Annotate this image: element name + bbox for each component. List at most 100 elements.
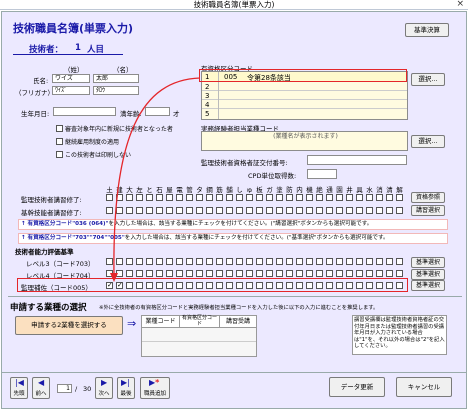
industry-checkbox[interactable] (296, 282, 303, 289)
industry-checkbox[interactable] (296, 194, 303, 201)
industry-checkbox[interactable] (316, 194, 323, 201)
jitsumu-field[interactable]: (業種名が表示されます) (201, 131, 408, 151)
industry-checkbox[interactable] (276, 207, 283, 214)
industry-checkbox[interactable] (296, 270, 303, 277)
industry-checkbox[interactable] (286, 282, 293, 289)
industry-checkbox[interactable] (256, 207, 263, 214)
industry-checkbox[interactable] (356, 270, 363, 277)
industry-checkbox[interactable] (326, 258, 333, 265)
industry-checkbox[interactable] (396, 207, 403, 214)
new-tech-checkbox[interactable] (56, 125, 63, 132)
industry-checkbox[interactable] (276, 282, 283, 289)
industry-checkbox[interactable] (376, 194, 383, 201)
industry-checkbox[interactable] (226, 207, 233, 214)
industry-checkbox[interactable] (286, 194, 293, 201)
industry-checkbox[interactable] (206, 270, 213, 277)
industry-checkbox[interactable] (286, 270, 293, 277)
industry-checkbox[interactable] (336, 282, 343, 289)
industry-checkbox[interactable] (226, 270, 233, 277)
industry-checkbox[interactable] (336, 270, 343, 277)
industry-checkbox[interactable] (386, 258, 393, 265)
industry-checkbox[interactable] (326, 194, 333, 201)
industry-checkbox[interactable] (276, 194, 283, 201)
industry-checkbox[interactable] (366, 270, 373, 277)
kantoku-field[interactable] (307, 155, 407, 165)
nav-first-button[interactable]: |◀ 先頭 (10, 377, 28, 399)
industry-checkbox[interactable] (266, 207, 273, 214)
industry-checkbox[interactable] (386, 194, 393, 201)
industry-checkbox[interactable] (396, 282, 403, 289)
page-number-field[interactable]: 1 (57, 384, 72, 393)
industry-checkbox[interactable] (336, 207, 343, 214)
industry-checkbox[interactable] (206, 282, 213, 289)
industry-checkbox[interactable] (256, 194, 263, 201)
industry-checkbox[interactable] (326, 270, 333, 277)
industry-checkbox[interactable] (216, 282, 223, 289)
shikaku-select-button[interactable]: 選択... (411, 73, 445, 86)
industry-checkbox[interactable] (306, 194, 313, 201)
industry-checkbox[interactable] (236, 282, 243, 289)
kijun-kessan-button[interactable]: 基準決算 (405, 23, 449, 37)
industry-checkbox[interactable] (236, 207, 243, 214)
update-data-button[interactable]: データ更新 (329, 377, 385, 397)
cancel-button[interactable]: キャンセル (396, 377, 452, 397)
industry-checkbox[interactable] (336, 258, 343, 265)
industry-checkbox[interactable] (396, 270, 403, 277)
industry-checkbox[interactable] (356, 207, 363, 214)
industry-checkbox[interactable] (246, 258, 253, 265)
industry-checkbox[interactable] (226, 258, 233, 265)
industry-checkbox[interactable] (216, 207, 223, 214)
industry-checkbox[interactable] (246, 207, 253, 214)
industry-checkbox[interactable] (206, 258, 213, 265)
industry-checkbox[interactable] (316, 207, 323, 214)
shikaku-row-3[interactable]: 3 (202, 91, 407, 100)
industry-checkbox[interactable] (326, 207, 333, 214)
industry-checkbox[interactable] (376, 270, 383, 277)
industry-checkbox[interactable] (376, 282, 383, 289)
industry-checkbox[interactable] (306, 258, 313, 265)
industry-checkbox[interactable] (306, 207, 313, 214)
industry-checkbox[interactable] (356, 194, 363, 201)
no-print-checkbox[interactable] (56, 151, 63, 158)
industry-checkbox[interactable] (336, 194, 343, 201)
industry-checkbox[interactable] (356, 258, 363, 265)
industry-checkbox[interactable] (246, 282, 253, 289)
shikaku-row-2[interactable]: 2 (202, 82, 407, 91)
industry-checkbox[interactable] (236, 270, 243, 277)
add-staff-button[interactable]: ▶* 職員追加 (140, 377, 170, 399)
koshu-select-button[interactable]: 講習選択 (411, 205, 445, 216)
industry-checkbox[interactable] (326, 282, 333, 289)
nav-prev-button[interactable]: ◀ 前へ (32, 377, 50, 399)
industry-checkbox[interactable] (346, 258, 353, 265)
jitsumu-select-button[interactable]: 選択... (411, 135, 445, 148)
industry-checkbox[interactable] (216, 270, 223, 277)
industry-checkbox[interactable] (316, 282, 323, 289)
industry-checkbox[interactable] (386, 282, 393, 289)
industry-checkbox[interactable] (276, 270, 283, 277)
industry-checkbox[interactable] (286, 258, 293, 265)
shikaku-row-5[interactable]: 5 (202, 109, 407, 119)
industry-checkbox[interactable] (236, 194, 243, 201)
industry-checkbox[interactable] (306, 270, 313, 277)
shikaku-reference-button[interactable]: 資格参照 (411, 192, 445, 203)
industry-checkbox[interactable] (366, 258, 373, 265)
shinsei-row-2[interactable] (142, 342, 256, 356)
industry-checkbox[interactable] (226, 194, 233, 201)
sei-kana-field[interactable]: ﾜｲｽﾞ (52, 86, 90, 95)
level4-select-button[interactable]: 基準選択 (411, 269, 445, 280)
industry-checkbox[interactable] (346, 282, 353, 289)
nav-next-button[interactable]: ▶ 次へ (95, 377, 113, 399)
continued-employment-checkbox[interactable] (56, 138, 63, 145)
industry-checkbox[interactable] (366, 207, 373, 214)
industry-checkbox[interactable] (286, 207, 293, 214)
kanri-select-button[interactable]: 基準選択 (411, 280, 445, 291)
industry-checkbox[interactable] (296, 207, 303, 214)
level3-select-button[interactable]: 基準選択 (411, 257, 445, 268)
industry-checkbox[interactable] (386, 270, 393, 277)
industry-checkbox[interactable] (356, 282, 363, 289)
industry-checkbox[interactable] (246, 270, 253, 277)
industry-checkbox[interactable] (256, 282, 263, 289)
industry-checkbox[interactable] (396, 258, 403, 265)
industry-checkbox[interactable] (366, 194, 373, 201)
industry-checkbox[interactable] (206, 194, 213, 201)
